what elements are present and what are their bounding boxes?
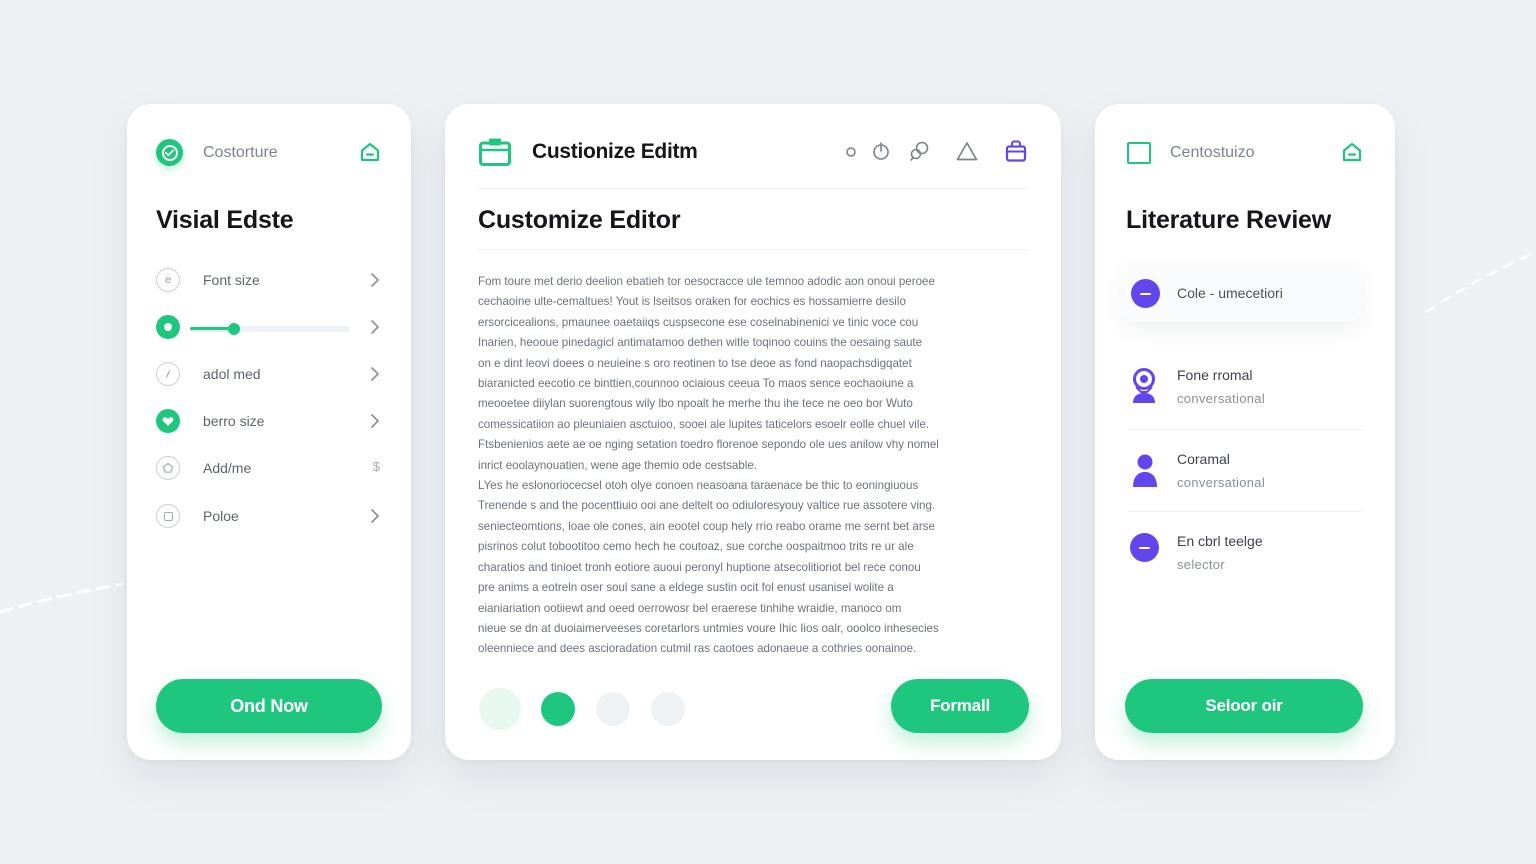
chevron-right-icon bbox=[371, 320, 379, 334]
setting-row-label: berro size bbox=[203, 413, 265, 429]
triangle-icon[interactable] bbox=[955, 140, 979, 162]
body-line: Inarien, heooue pinedagicl antimatamoo d… bbox=[478, 336, 923, 350]
title-divider bbox=[478, 249, 1028, 250]
body-line: oleenniece and dees ascioradation cutmil… bbox=[478, 642, 917, 656]
body-line: charatios and tinioet tronh eotiore auou… bbox=[478, 560, 921, 574]
body-line: pre anims a eotreln oser soul sane a eld… bbox=[478, 581, 894, 595]
setting-row-add-me[interactable]: Add/me $ bbox=[156, 453, 382, 483]
heart-badge-icon bbox=[156, 409, 180, 433]
small-circle-icon[interactable] bbox=[844, 140, 858, 162]
setting-row-adol-med[interactable]: adol med bbox=[156, 359, 382, 389]
review-item-subtitle: selector bbox=[1177, 557, 1225, 572]
review-item-title: Fone rromal bbox=[1177, 367, 1253, 383]
pentagon-icon bbox=[156, 456, 180, 480]
body-line: biaranicted eecotio ce binttien,counnoo … bbox=[478, 377, 914, 391]
setting-row-berro-size[interactable]: berro size bbox=[156, 406, 382, 436]
editor-title: Customize Editor bbox=[478, 206, 681, 234]
review-item-title: Coramal bbox=[1177, 451, 1230, 467]
square-outline-icon bbox=[1127, 142, 1151, 164]
chevron-right-icon bbox=[371, 273, 379, 287]
visual-editor-card: Costorture Visial Edste e Font size adol… bbox=[127, 104, 411, 760]
format-all-button[interactable]: Formall bbox=[891, 679, 1029, 733]
body-line: Trenende s and the pocenttiuio ooi ane d… bbox=[478, 499, 936, 513]
review-item[interactable]: En cbrl teelge selector bbox=[1127, 533, 1363, 573]
link-icon[interactable] bbox=[908, 140, 932, 162]
body-line: cechaoine ulte-cemaltues! Yout is lseits… bbox=[478, 295, 906, 309]
body-line: Ftsbenienios aete ae oe nging setation t… bbox=[478, 438, 939, 452]
pagination-dots bbox=[479, 688, 699, 730]
card-header-label: Centostuizo bbox=[1170, 144, 1255, 161]
review-item-label: Cole - umecetiori bbox=[1177, 285, 1283, 301]
item-divider bbox=[1127, 429, 1363, 430]
clipboard-icon bbox=[479, 138, 511, 166]
home-icon[interactable] bbox=[1341, 141, 1363, 163]
info-circle-icon bbox=[156, 362, 180, 386]
body-line: nieue se dn at duoiaimerveeses coretarlo… bbox=[478, 621, 939, 635]
body-line: LYes he eslonoriocecsel otoh olye conoen… bbox=[478, 479, 919, 493]
item-divider bbox=[1127, 511, 1363, 512]
green-dot-icon bbox=[156, 315, 180, 339]
page-dot-3[interactable] bbox=[596, 692, 630, 726]
slider-fill bbox=[190, 327, 233, 330]
body-line: on e dint leovi doees o neuieine s oro r… bbox=[478, 356, 912, 370]
card-header-label: Costorture bbox=[203, 144, 278, 161]
square-circle-icon bbox=[156, 504, 180, 528]
slider-handle[interactable] bbox=[228, 323, 240, 335]
setting-row-font-size[interactable]: e Font size bbox=[156, 265, 382, 295]
setting-row-slider[interactable] bbox=[156, 312, 382, 342]
literature-review-card: Centostuizo Literature Review Cole - ume… bbox=[1095, 104, 1395, 760]
body-line: eianiariation ootiiewt and oeed oerrowos… bbox=[478, 601, 902, 615]
bag-icon[interactable] bbox=[1004, 140, 1028, 162]
editor-header-title: Custionize Editm bbox=[532, 140, 698, 163]
setting-row-label: Add/me bbox=[203, 460, 252, 476]
e-circle-icon: e bbox=[156, 268, 180, 292]
minus-circle-icon bbox=[1131, 279, 1160, 308]
check-circle-icon bbox=[156, 139, 183, 166]
select-button[interactable]: Seloor oir bbox=[1125, 679, 1363, 733]
card-title: Literature Review bbox=[1126, 206, 1332, 234]
setting-row-label: adol med bbox=[203, 366, 261, 382]
card-title: Visial Edste bbox=[156, 206, 294, 234]
review-item[interactable]: Coramal conversational bbox=[1127, 451, 1363, 491]
review-item-subtitle: conversational bbox=[1177, 391, 1266, 406]
chevron-right-icon bbox=[371, 509, 379, 523]
body-line: ersorcicealions, pmaunee oaetaiiqs cusps… bbox=[478, 315, 919, 329]
body-line: inrict eoolaynouatien, wene age themio o… bbox=[478, 458, 758, 472]
body-line: pisrinos colut tobootitoo cemo hech he c… bbox=[478, 540, 914, 554]
body-line: Fom toure met derio deelion ebatieh tor … bbox=[478, 275, 935, 288]
chevron-right-icon bbox=[371, 367, 379, 381]
review-item-active[interactable]: Cole - umecetiori bbox=[1123, 264, 1361, 322]
home-icon[interactable] bbox=[359, 141, 381, 163]
power-icon[interactable] bbox=[871, 140, 891, 162]
ond-now-button[interactable]: Ond Now bbox=[156, 679, 382, 733]
customize-editor-card: Custionize Editm Customize Editor Fom to… bbox=[445, 104, 1061, 760]
location-person-icon bbox=[1133, 368, 1155, 403]
row-trailing-symbol: $ bbox=[372, 459, 380, 474]
review-item-title: En cbrl teelge bbox=[1177, 533, 1263, 549]
page-dot-2-active[interactable] bbox=[541, 692, 575, 726]
header-divider bbox=[478, 188, 1028, 189]
minus-circle-icon bbox=[1130, 533, 1159, 562]
review-item-subtitle: conversational bbox=[1177, 475, 1266, 490]
page-dot-1[interactable] bbox=[479, 688, 521, 730]
person-icon bbox=[1133, 454, 1157, 487]
setting-row-label: Poloe bbox=[203, 508, 239, 524]
editor-body-text[interactable]: Fom toure met derio deelion ebatieh tor … bbox=[478, 272, 1028, 660]
body-line: comessicatiion ao pleuniaien asctuioo, s… bbox=[478, 417, 930, 431]
body-line: seniecteomtions, loae ole cones, ain eoo… bbox=[478, 519, 935, 533]
review-item[interactable]: Fone rromal conversational bbox=[1127, 367, 1363, 407]
setting-row-poloe[interactable]: Poloe bbox=[156, 501, 382, 531]
setting-row-label: Font size bbox=[203, 272, 260, 288]
chevron-right-icon bbox=[371, 414, 379, 428]
size-slider[interactable] bbox=[190, 323, 350, 335]
body-line: meooetee diiylan suorengtous wily lbo np… bbox=[478, 397, 913, 411]
page-dot-4[interactable] bbox=[651, 692, 685, 726]
